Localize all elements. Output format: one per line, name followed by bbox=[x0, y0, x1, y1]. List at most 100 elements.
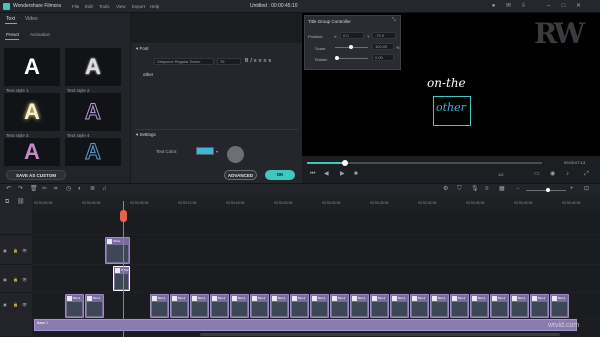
download-icon[interactable]: ⇩ bbox=[520, 3, 527, 10]
close-icon[interactable]: ✕ bbox=[575, 3, 582, 10]
block-clip[interactable]: Block bbox=[410, 294, 429, 318]
rotate-slider[interactable] bbox=[335, 58, 368, 59]
block-clip[interactable]: Block bbox=[510, 294, 529, 318]
zoom-slider-handle[interactable] bbox=[546, 188, 550, 192]
title-clip-other-selected[interactable]: Other bbox=[113, 266, 130, 291]
quality-select[interactable]: 1/2 bbox=[498, 172, 504, 177]
chevron-down-icon[interactable]: ▾ bbox=[216, 148, 218, 155]
block-clip[interactable]: Block bbox=[65, 294, 84, 318]
fullscreen-icon[interactable]: ⤢ bbox=[584, 171, 589, 178]
position-y-input[interactable]: -70.0 bbox=[372, 32, 396, 39]
play-back-icon[interactable]: ◀ bbox=[324, 171, 329, 178]
scrub-handle[interactable] bbox=[342, 160, 348, 166]
scale-input[interactable]: 100.00 bbox=[372, 43, 394, 50]
redo-icon[interactable]: ↷ bbox=[18, 186, 23, 193]
menu-view[interactable]: View bbox=[116, 4, 126, 9]
scale-slider-handle[interactable] bbox=[349, 45, 353, 49]
user-icon[interactable]: ● bbox=[490, 3, 497, 10]
cut-icon[interactable]: ✂ bbox=[42, 186, 47, 193]
align-center-icon[interactable]: ≡ bbox=[259, 58, 262, 65]
subtab-animation[interactable]: Animation bbox=[30, 32, 50, 37]
text-color-swatch[interactable] bbox=[196, 147, 214, 155]
zoom-out-icon[interactable]: − bbox=[516, 186, 520, 193]
font-section-header[interactable]: ▾ Font bbox=[136, 46, 149, 52]
menu-tools[interactable]: Tools bbox=[99, 4, 110, 9]
align-right-icon[interactable]: ≡ bbox=[264, 58, 267, 65]
color-picker-icon[interactable] bbox=[227, 146, 244, 163]
block-clip[interactable]: Block bbox=[190, 294, 209, 318]
tab-video[interactable]: Video bbox=[25, 16, 38, 22]
timeline-ruler[interactable]: 00:00:00:00 00:00:04:00 00:00:08:00 00:0… bbox=[32, 195, 600, 209]
block-clip[interactable]: Block bbox=[230, 294, 249, 318]
block-clip[interactable]: Block bbox=[390, 294, 409, 318]
eye-icon[interactable]: 👁 bbox=[22, 301, 27, 308]
text-style-1-thumb[interactable]: A bbox=[4, 48, 60, 86]
text-style-4-thumb[interactable]: A bbox=[65, 93, 121, 131]
subtab-preset[interactable]: Preset bbox=[6, 32, 19, 37]
base-clip[interactable]: Base 1 bbox=[34, 319, 577, 331]
shield-icon[interactable]: ⛉ bbox=[457, 186, 462, 193]
block-clip[interactable]: Block bbox=[470, 294, 489, 318]
block-clip[interactable]: Block bbox=[210, 294, 229, 318]
bold-icon[interactable]: B bbox=[245, 58, 248, 65]
rotate-slider-handle[interactable] bbox=[335, 56, 339, 60]
align-left-icon[interactable]: ≡ bbox=[254, 58, 257, 65]
block-clip[interactable]: Block bbox=[370, 294, 389, 318]
block-clip[interactable]: Block bbox=[310, 294, 329, 318]
lock-icon[interactable]: 🔒 bbox=[13, 276, 18, 283]
tab-text[interactable]: Text bbox=[6, 16, 15, 22]
playhead-handle[interactable] bbox=[120, 210, 127, 222]
notification-icon[interactable]: ✉ bbox=[505, 3, 512, 10]
block-clip[interactable]: Block bbox=[330, 294, 349, 318]
speed-icon[interactable]: ◷ bbox=[66, 186, 71, 193]
block-clip[interactable]: Block bbox=[450, 294, 469, 318]
add-track-icon[interactable]: ⧉ bbox=[5, 199, 9, 206]
block-clip[interactable]: Block bbox=[270, 294, 289, 318]
audio-icon[interactable]: ♫ bbox=[102, 186, 107, 193]
fit-icon[interactable]: ⊡ bbox=[584, 186, 589, 193]
block-clip[interactable]: Block bbox=[430, 294, 449, 318]
menu-help[interactable]: Help bbox=[150, 4, 159, 9]
block-clip[interactable]: Block bbox=[550, 294, 569, 318]
save-as-custom-button[interactable]: SAVE AS CUSTOM bbox=[6, 170, 66, 180]
settings-section-header[interactable]: ▾ Settings bbox=[136, 132, 156, 138]
text-style-2-thumb[interactable]: A bbox=[65, 48, 121, 86]
lock-icon[interactable]: 🔒 bbox=[13, 247, 18, 254]
stop-icon[interactable]: ■ bbox=[354, 171, 358, 178]
italic-icon[interactable]: I bbox=[250, 58, 251, 65]
crop-icon[interactable]: ⌗ bbox=[54, 186, 57, 193]
text-style-6-thumb[interactable]: A bbox=[65, 138, 121, 166]
timeline-scrollbar[interactable] bbox=[200, 333, 560, 336]
eye-icon[interactable]: 👁 bbox=[22, 247, 27, 254]
align-justify-icon[interactable]: ≡ bbox=[269, 58, 272, 65]
prev-frame-icon[interactable]: ⏮ bbox=[310, 171, 315, 178]
tgc-close-icon[interactable]: ⤡ bbox=[392, 17, 396, 24]
volume-icon[interactable]: ♪ bbox=[566, 171, 569, 178]
monitor-icon[interactable]: ▭ bbox=[534, 171, 540, 178]
position-x-input[interactable]: 0.0 bbox=[340, 32, 364, 39]
render-icon[interactable]: ⚙ bbox=[443, 186, 448, 193]
mic-icon[interactable]: 🎙 bbox=[471, 186, 479, 193]
block-clip[interactable]: Block bbox=[250, 294, 269, 318]
minimize-icon[interactable]: – bbox=[545, 3, 552, 10]
zoom-in-icon[interactable]: + bbox=[570, 186, 574, 193]
menu-export[interactable]: Export bbox=[132, 4, 145, 9]
text-content-area[interactable]: other bbox=[143, 72, 153, 77]
title-clip-other[interactable]: Other bbox=[105, 237, 130, 264]
block-clip[interactable]: Block bbox=[530, 294, 549, 318]
audio-mixer-icon[interactable]: ≣ bbox=[90, 186, 95, 193]
eye-icon[interactable]: 👁 bbox=[22, 276, 27, 283]
undo-icon[interactable]: ↶ bbox=[6, 186, 11, 193]
link-icon[interactable]: ⛓ bbox=[17, 199, 25, 206]
text-style-3-thumb[interactable]: A bbox=[4, 93, 60, 131]
block-clip[interactable]: Block bbox=[490, 294, 509, 318]
block-clip[interactable]: Block bbox=[290, 294, 309, 318]
marker-icon[interactable]: ▦ bbox=[499, 186, 505, 193]
block-clip[interactable]: Block bbox=[150, 294, 169, 318]
font-size-select[interactable]: 75 bbox=[217, 58, 241, 65]
lock-icon[interactable]: 🔒 bbox=[13, 301, 18, 308]
list-icon[interactable]: ≡ bbox=[485, 186, 489, 193]
font-select[interactable]: Zeitpunct Regular Demo bbox=[154, 58, 214, 65]
rotate-input[interactable]: 0.00 bbox=[372, 54, 394, 61]
color-icon[interactable]: ◐ bbox=[78, 186, 82, 193]
